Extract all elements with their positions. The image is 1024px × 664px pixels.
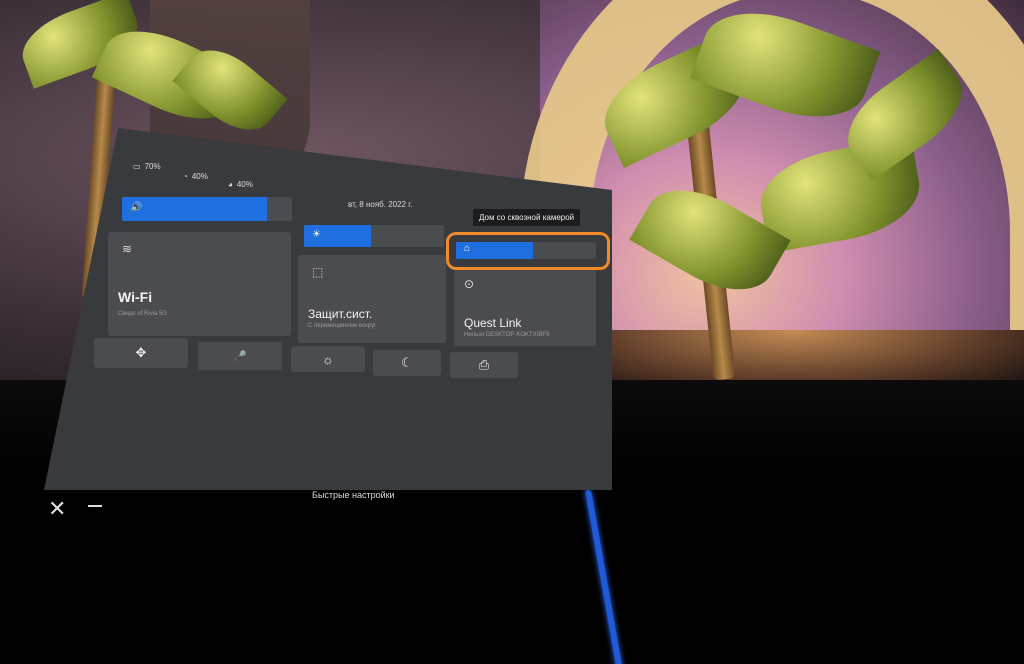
date-label: вт, 8 нояб. 2022 г. xyxy=(348,200,413,209)
right-controller-battery-status: ◕ 40% xyxy=(228,180,253,189)
sun-icon: ☀ xyxy=(312,229,321,240)
left-controller-battery-value: 40% xyxy=(191,172,208,181)
wifi-tile[interactable]: ≋ Wi-Fi Свиде of Rivia 5G xyxy=(108,232,291,336)
guardian-title: Защит.сист. xyxy=(308,307,373,321)
panel-title: Быстрые настройки xyxy=(312,490,395,500)
quest-link-title: Quest Link xyxy=(464,316,522,330)
close-icon[interactable]: ✕ xyxy=(48,498,66,520)
volume-slider-fill xyxy=(122,197,267,221)
wifi-title: Wi-Fi xyxy=(118,289,153,305)
do-not-disturb-button[interactable]: ☾ xyxy=(373,350,441,376)
speaker-icon: 🔊 xyxy=(130,202,143,213)
left-controller-battery-status: ◔ 40% xyxy=(183,172,208,181)
minimize-icon[interactable] xyxy=(88,505,102,507)
wifi-subtitle: Свиде of Rivia 5G xyxy=(118,311,168,317)
passthrough-tooltip: Дом со сквозной камерой xyxy=(473,209,581,226)
guardian-tile[interactable]: ⬚ Защит.сист. С перемещением вокруг xyxy=(298,255,446,343)
microphone-button[interactable]: 🎤 xyxy=(198,342,282,370)
quest-link-tile[interactable]: ⊙ Quest Link Нельзя DESKTOP-KOKTXIBF9 xyxy=(454,270,596,346)
cast-icon: ⎙ xyxy=(478,357,490,372)
microphone-icon: 🎤 xyxy=(233,350,247,363)
highlight-ring xyxy=(446,232,610,270)
cast-button[interactable]: ⎙ xyxy=(450,352,518,378)
right-controller-battery-value: 40% xyxy=(236,180,253,189)
recenter-button[interactable]: ✥ xyxy=(94,338,188,368)
controller-icon: ◕ xyxy=(228,180,233,189)
night-display-button[interactable]: ☼ xyxy=(291,346,365,372)
volume-slider[interactable]: 🔊 xyxy=(122,197,292,221)
guardian-boundary-icon: ⬚ xyxy=(312,265,324,279)
controller-icon: ◔ xyxy=(183,172,188,181)
wifi-icon: ≋ xyxy=(122,242,133,256)
link-icon: ⊙ xyxy=(464,277,475,291)
headset-battery-icon: ▭ xyxy=(133,162,141,171)
guardian-subtitle: С перемещением вокруг xyxy=(308,323,377,329)
sun-icon: ☼ xyxy=(322,351,334,367)
brightness-slider[interactable]: ☀ xyxy=(304,225,444,247)
move-arrows-icon: ✥ xyxy=(135,345,147,360)
headset-battery-status: ▭ 70% xyxy=(133,162,161,171)
headset-battery-value: 70% xyxy=(144,162,161,171)
quest-link-subtitle: Нельзя DESKTOP-KOKTXIBF9 xyxy=(464,332,550,338)
moon-icon: ☾ xyxy=(401,355,413,370)
